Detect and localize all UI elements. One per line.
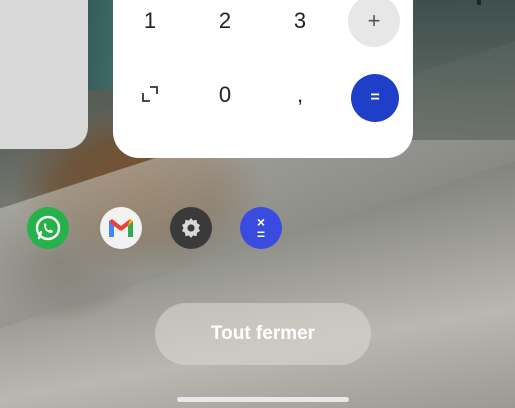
card-edge-mark (477, 0, 481, 5)
home-gesture-bar[interactable] (177, 397, 349, 402)
key-plus[interactable]: + (348, 0, 400, 47)
recent-app-card-calculator[interactable]: 1 2 3 + 0 , = (113, 0, 481, 158)
close-all-button[interactable]: Tout fermer (155, 303, 371, 365)
key-2[interactable]: 2 (205, 6, 245, 36)
key-0[interactable]: 0 (205, 80, 245, 110)
gmail-icon[interactable] (100, 207, 142, 249)
wallpaper-wall (410, 0, 515, 140)
key-1[interactable]: 1 (130, 6, 170, 36)
key-3[interactable]: 3 (280, 6, 320, 36)
key-equals[interactable]: = (351, 74, 399, 122)
calculator-icon-equals: = (256, 226, 266, 242)
settings-icon[interactable] (170, 207, 212, 249)
key-comma[interactable]: , (280, 80, 320, 110)
calculator-icon[interactable]: × = (240, 207, 282, 249)
whatsapp-icon[interactable] (27, 207, 69, 249)
collapse-icon[interactable] (141, 85, 159, 103)
recent-app-card-previous[interactable] (0, 0, 88, 149)
